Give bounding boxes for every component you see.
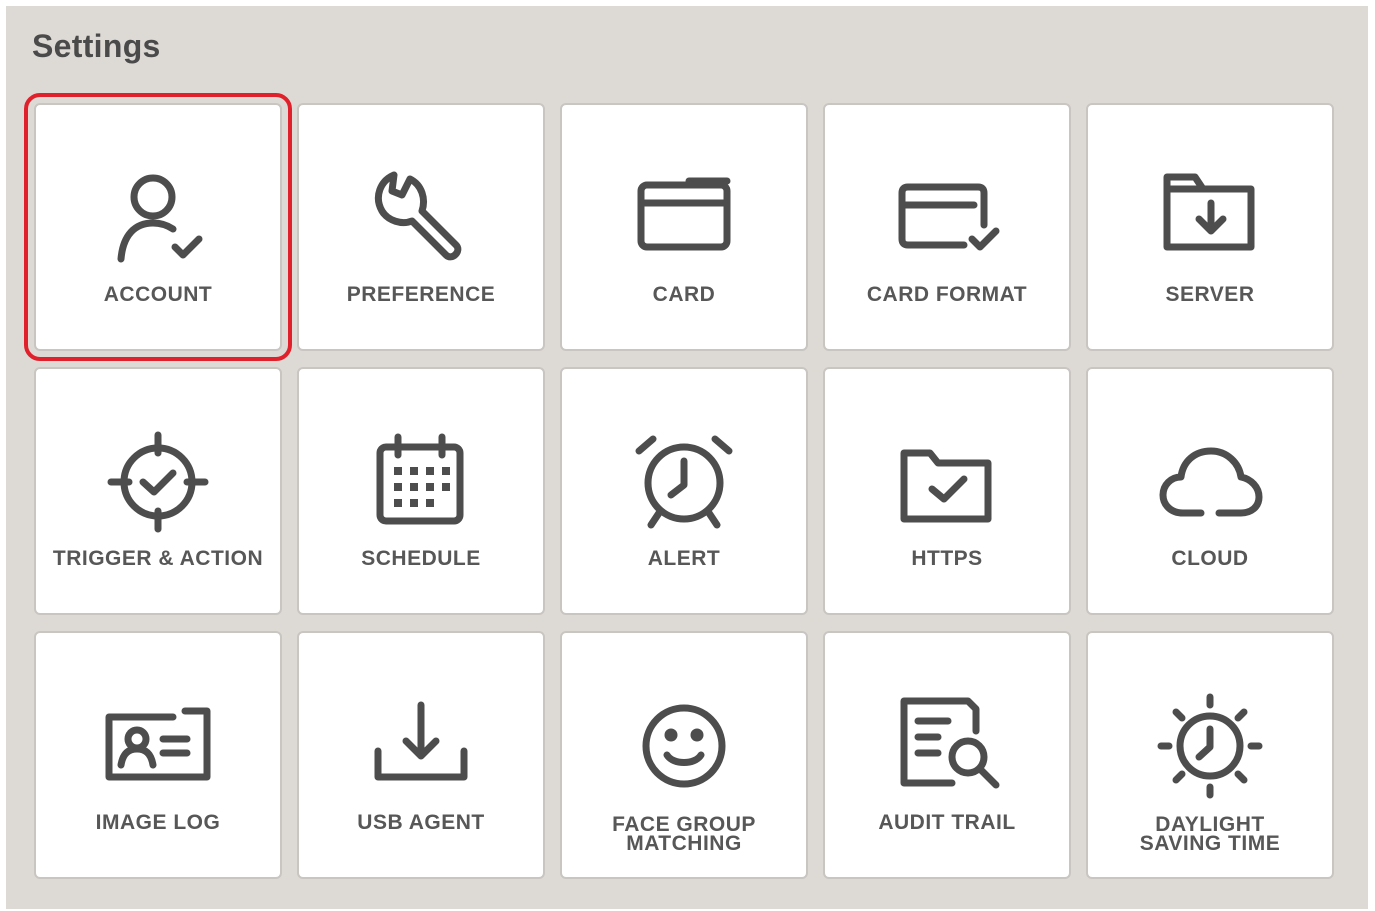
- tile-label: DAYLIGHT SAVING TIME: [1092, 814, 1328, 855]
- tile-audit-trail[interactable]: AUDIT TRAIL: [823, 631, 1071, 879]
- sun-clock-icon: [1155, 691, 1265, 801]
- alarm-clock-icon: [629, 427, 739, 537]
- target-check-icon: [103, 427, 213, 537]
- tile-account[interactable]: ACCOUNT: [24, 93, 292, 361]
- tile-label: CLOUD: [1171, 547, 1249, 570]
- tile-label: HTTPS: [911, 547, 983, 570]
- tile-face-group-matching[interactable]: FACE GROUP MATCHING: [560, 631, 808, 879]
- tile-label: IMAGE LOG: [95, 811, 221, 834]
- tile-label: SCHEDULE: [361, 547, 481, 570]
- tile-server[interactable]: SERVER: [1086, 103, 1334, 351]
- document-search-icon: [892, 691, 1002, 801]
- tile-label: USB AGENT: [357, 811, 485, 834]
- tile-label: FACE GROUP MATCHING: [566, 814, 802, 855]
- folder-download-icon: [1155, 163, 1265, 273]
- download-tray-icon: [366, 691, 476, 801]
- card-check-icon: [892, 163, 1002, 273]
- cloud-icon: [1155, 427, 1265, 537]
- tile-preference[interactable]: PREFERENCE: [297, 103, 545, 351]
- id-card-icon: [103, 691, 213, 801]
- tile-label: SERVER: [1165, 283, 1255, 306]
- tile-alert[interactable]: ALERT: [560, 367, 808, 615]
- tile-label-line: SAVING TIME: [1139, 832, 1281, 855]
- tile-label: TRIGGER & ACTION: [52, 547, 264, 570]
- tile-https[interactable]: HTTPS: [823, 367, 1071, 615]
- tile-label: ACCOUNT: [103, 283, 213, 306]
- tile-card-format[interactable]: CARD FORMAT: [823, 103, 1071, 351]
- user-check-icon: [103, 163, 213, 273]
- tile-label: ALERT: [647, 547, 721, 570]
- wrench-icon: [366, 163, 476, 273]
- tile-label-line: MATCHING: [626, 832, 742, 855]
- tile-usb-agent[interactable]: USB AGENT: [297, 631, 545, 879]
- tile-label: AUDIT TRAIL: [878, 811, 1016, 834]
- folder-check-icon: [892, 427, 1002, 537]
- tile-schedule[interactable]: SCHEDULE: [297, 367, 545, 615]
- tile-cloud[interactable]: CLOUD: [1086, 367, 1334, 615]
- settings-panel: Settings ACCOUNT PREFERENCE CARD CARD FO…: [6, 6, 1368, 909]
- tile-trigger-action[interactable]: TRIGGER & ACTION: [34, 367, 282, 615]
- tile-label: CARD FORMAT: [866, 283, 1028, 306]
- tile-image-log[interactable]: IMAGE LOG: [34, 631, 282, 879]
- tile-label: CARD: [652, 283, 716, 306]
- tile-daylight-saving-time[interactable]: DAYLIGHT SAVING TIME: [1086, 631, 1334, 879]
- calendar-icon: [366, 427, 476, 537]
- settings-grid: ACCOUNT PREFERENCE CARD CARD FORMAT SERV…: [24, 93, 1334, 879]
- tile-card[interactable]: CARD: [560, 103, 808, 351]
- page-title: Settings: [32, 28, 161, 64]
- card-icon: [629, 163, 739, 273]
- smiley-face-icon: [629, 691, 739, 801]
- tile-label: PREFERENCE: [346, 283, 496, 306]
